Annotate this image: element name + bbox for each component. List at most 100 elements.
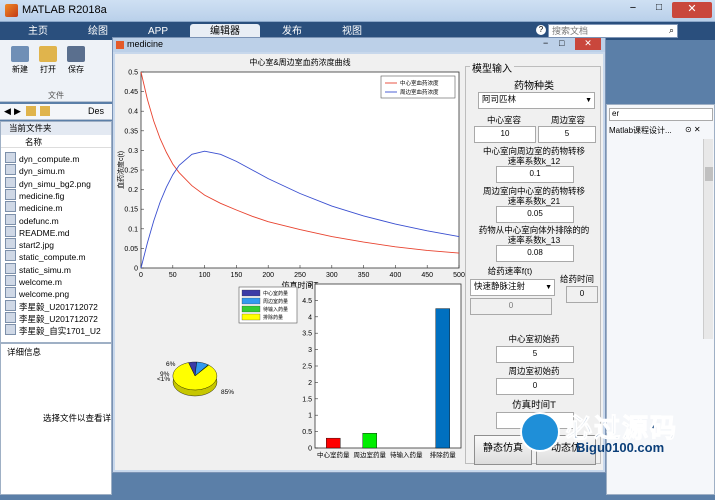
bar-legend-swatch [241, 297, 261, 305]
legend-label: 中心室血药浓度 [400, 79, 439, 87]
bar-y-tick-label: 4.5 [302, 298, 312, 305]
address-bar[interactable]: ◀ ▶ Des [0, 104, 112, 120]
bar-y-tick-label: 1.5 [302, 396, 312, 403]
address-path: Des [88, 106, 105, 116]
file-icon [5, 188, 16, 200]
tab-home[interactable]: 主页 [8, 24, 68, 40]
file-list-item[interactable]: README.md [5, 225, 70, 238]
open-button[interactable]: 打开 [34, 44, 62, 75]
file-name: 李星毅_自实1701_U2 [19, 326, 101, 337]
details-header: 详细信息 [7, 347, 42, 357]
dose-time-input[interactable]: 0 [566, 286, 598, 303]
file-list-item[interactable]: dyn_simu.m [5, 164, 65, 176]
file-name: dyn_compute.m [19, 154, 80, 164]
chevron-down-icon: ▼ [545, 284, 552, 291]
bar-legend-label: 中心室药量 [263, 290, 288, 297]
central-volume-label: 中心室容 [486, 115, 521, 125]
bar-legend-swatch [241, 289, 261, 297]
central-init-input[interactable]: 5 [496, 346, 574, 363]
right-panel-close-icon[interactable]: ⊙ ✕ [685, 125, 701, 134]
file-list-item[interactable]: welcome.m [5, 275, 62, 287]
file-icon [5, 213, 16, 225]
file-list-item[interactable]: static_simu.m [5, 262, 71, 275]
file-icon [5, 299, 16, 311]
file-list-item[interactable]: 李星毅_自实1701_U2 [5, 324, 101, 336]
file-list-item[interactable]: dyn_compute.m [5, 152, 79, 164]
help-icon[interactable]: ? [536, 25, 546, 35]
k21-input[interactable]: 0.05 [496, 206, 574, 223]
file-name: welcome.m [19, 277, 62, 287]
bar-y-tick-label: 1 [308, 413, 312, 420]
line-plot-area [140, 71, 460, 269]
close-button[interactable]: ✕ [672, 2, 712, 18]
new-file-icon [11, 46, 29, 62]
file-list-item[interactable]: 李星毅_U201712072 [5, 311, 98, 324]
file-icon [5, 164, 16, 176]
app-title: MATLAB R2018a [22, 4, 107, 16]
file-list-item[interactable]: welcome.png [5, 287, 69, 299]
central-volume-input[interactable]: 10 [474, 126, 536, 143]
line-chart-title: 中心室&周边室血药浓度曲线 [249, 57, 350, 67]
file-name: static_simu.m [19, 264, 71, 275]
folder-open-icon [39, 46, 57, 62]
column-header-name[interactable]: 名称 [1, 136, 111, 148]
watermark: 必过源码 Bigu0100.com [520, 404, 710, 462]
peripheral-init-label: 周边室初始药 [508, 366, 560, 376]
file-name: medicine.fig [19, 190, 65, 201]
file-list-item[interactable]: dyn_simu_bg2.png [5, 176, 91, 189]
scroll-thumb[interactable] [705, 167, 713, 181]
up-folder-icon[interactable] [26, 106, 36, 116]
file-list-item[interactable]: 李星毅_U201712072 [5, 299, 98, 312]
win-close-button[interactable]: ✕ [575, 38, 601, 50]
figure-canvas: 中心室&周边室血药浓度曲线0 50 100 150 200 250 300 350 400 450… [116, 57, 465, 459]
new-button[interactable]: 新建 [6, 44, 34, 75]
x-tick-label: 50 [169, 272, 177, 279]
y-tick-label: 0.25 [124, 168, 138, 175]
current-folder-panel: 当前文件夹 名称 dyn_compute.m dyn_simu.m dyn_simu… [0, 121, 112, 343]
file-list-item[interactable]: odefunc.m [5, 213, 59, 226]
minimize-button[interactable]: − [620, 2, 646, 18]
search-placeholder: 搜索文档 [552, 26, 589, 36]
dose-rate-input[interactable]: 0 [470, 298, 552, 315]
bar-category-label: 中心室药量 [317, 450, 350, 459]
y-tick-label: 0.3 [128, 148, 138, 155]
right-scrollbar[interactable] [703, 139, 713, 339]
file-icon [5, 176, 16, 188]
file-icon [5, 262, 16, 274]
medicine-title-bar: medicine − □ ✕ [113, 38, 605, 52]
win-maximize-button[interactable]: □ [559, 38, 564, 48]
file-list-item[interactable]: medicine.fig [5, 188, 65, 201]
bar-legend-label: 周边室药量 [263, 298, 288, 305]
dose-mode-select[interactable]: 快速静脉注射 ▼ [470, 279, 555, 296]
figure-icon [116, 41, 124, 49]
k13-input[interactable]: 0.08 [496, 245, 574, 262]
file-list-item[interactable]: medicine.m [5, 201, 62, 213]
bar-y-tick-label: 3.5 [302, 331, 312, 338]
search-field[interactable]: 搜索文档 ⌕ [548, 24, 678, 38]
back-arrow-icon[interactable]: ◀ [4, 106, 11, 117]
legend-label: 周边室血药浓度 [400, 88, 439, 96]
forward-arrow-icon[interactable]: ▶ [14, 106, 21, 117]
chevron-down-icon: ▼ [585, 97, 592, 104]
file-list-item[interactable]: start2.jpg [5, 238, 54, 250]
y-tick-label: 0.1 [128, 226, 138, 233]
pie-label: 6% [166, 361, 176, 368]
k12-input[interactable]: 0.1 [496, 166, 574, 183]
browse-folder-icon[interactable] [40, 106, 50, 116]
file-icon [5, 225, 16, 237]
y-tick-label: 0 [134, 266, 138, 273]
right-path-field[interactable]: er [609, 108, 713, 121]
x-tick-label: 150 [231, 272, 243, 279]
main-title-bar: MATLAB R2018a − □ ✕ [0, 0, 715, 22]
x-tick-label: 200 [262, 272, 274, 279]
maximize-button[interactable]: □ [646, 2, 672, 18]
file-list-item[interactable]: static_compute.m [5, 250, 86, 262]
peripheral-init-input[interactable]: 0 [496, 378, 574, 395]
bar-legend-swatch [241, 305, 261, 313]
peripheral-volume-input[interactable]: 5 [538, 126, 596, 143]
save-button[interactable]: 保存 [62, 44, 90, 75]
bar-y-tick-label: 2.5 [302, 364, 312, 371]
drug-type-select[interactable]: 阿司匹林 ▼ [478, 92, 595, 109]
win-minimize-button[interactable]: − [543, 38, 548, 48]
x-tick-label: 450 [421, 272, 433, 279]
